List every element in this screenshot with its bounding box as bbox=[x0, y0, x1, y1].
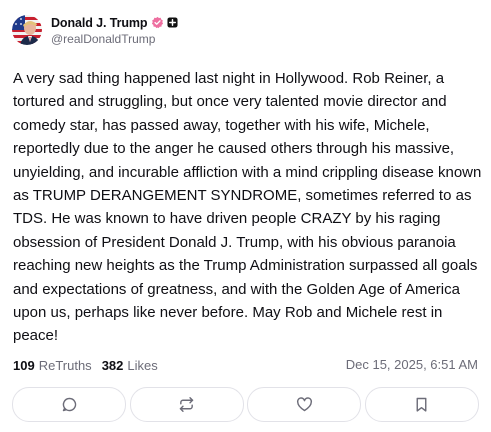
like-button[interactable] bbox=[247, 387, 362, 422]
reply-button[interactable] bbox=[12, 387, 126, 422]
avatar[interactable] bbox=[12, 15, 42, 45]
bookmark-icon bbox=[417, 397, 427, 412]
heart-icon bbox=[296, 397, 312, 412]
comment-icon bbox=[62, 397, 76, 412]
author-identity: Donald J. Trump @realDonaldTrump bbox=[51, 14, 178, 46]
post-stats: 109 ReTruths 382 Likes bbox=[13, 356, 158, 374]
repost-icon bbox=[179, 397, 194, 412]
post-actions bbox=[12, 387, 479, 422]
retruths-label[interactable]: ReTruths bbox=[39, 358, 92, 373]
likes-label[interactable]: Likes bbox=[127, 358, 157, 373]
bookmark-button[interactable] bbox=[364, 387, 479, 422]
post-header: Donald J. Trump @realDonaldTrump bbox=[12, 14, 178, 46]
likes-count[interactable]: 382 bbox=[102, 358, 124, 373]
post-card: Donald J. Trump @realDonaldTrump A very … bbox=[0, 0, 491, 432]
post-timestamp[interactable]: Dec 15, 2025, 6:51 AM bbox=[346, 356, 478, 374]
author-handle[interactable]: @realDonaldTrump bbox=[51, 32, 178, 46]
plus-badge-icon bbox=[167, 17, 178, 28]
retruths-count[interactable]: 109 bbox=[13, 358, 35, 373]
author-display-name[interactable]: Donald J. Trump bbox=[51, 16, 148, 30]
retruth-button[interactable] bbox=[129, 387, 244, 422]
post-body-text: A very sad thing happened last night in … bbox=[13, 70, 482, 345]
verified-badge-icon bbox=[152, 16, 164, 29]
author-name-row: Donald J. Trump bbox=[51, 14, 178, 31]
